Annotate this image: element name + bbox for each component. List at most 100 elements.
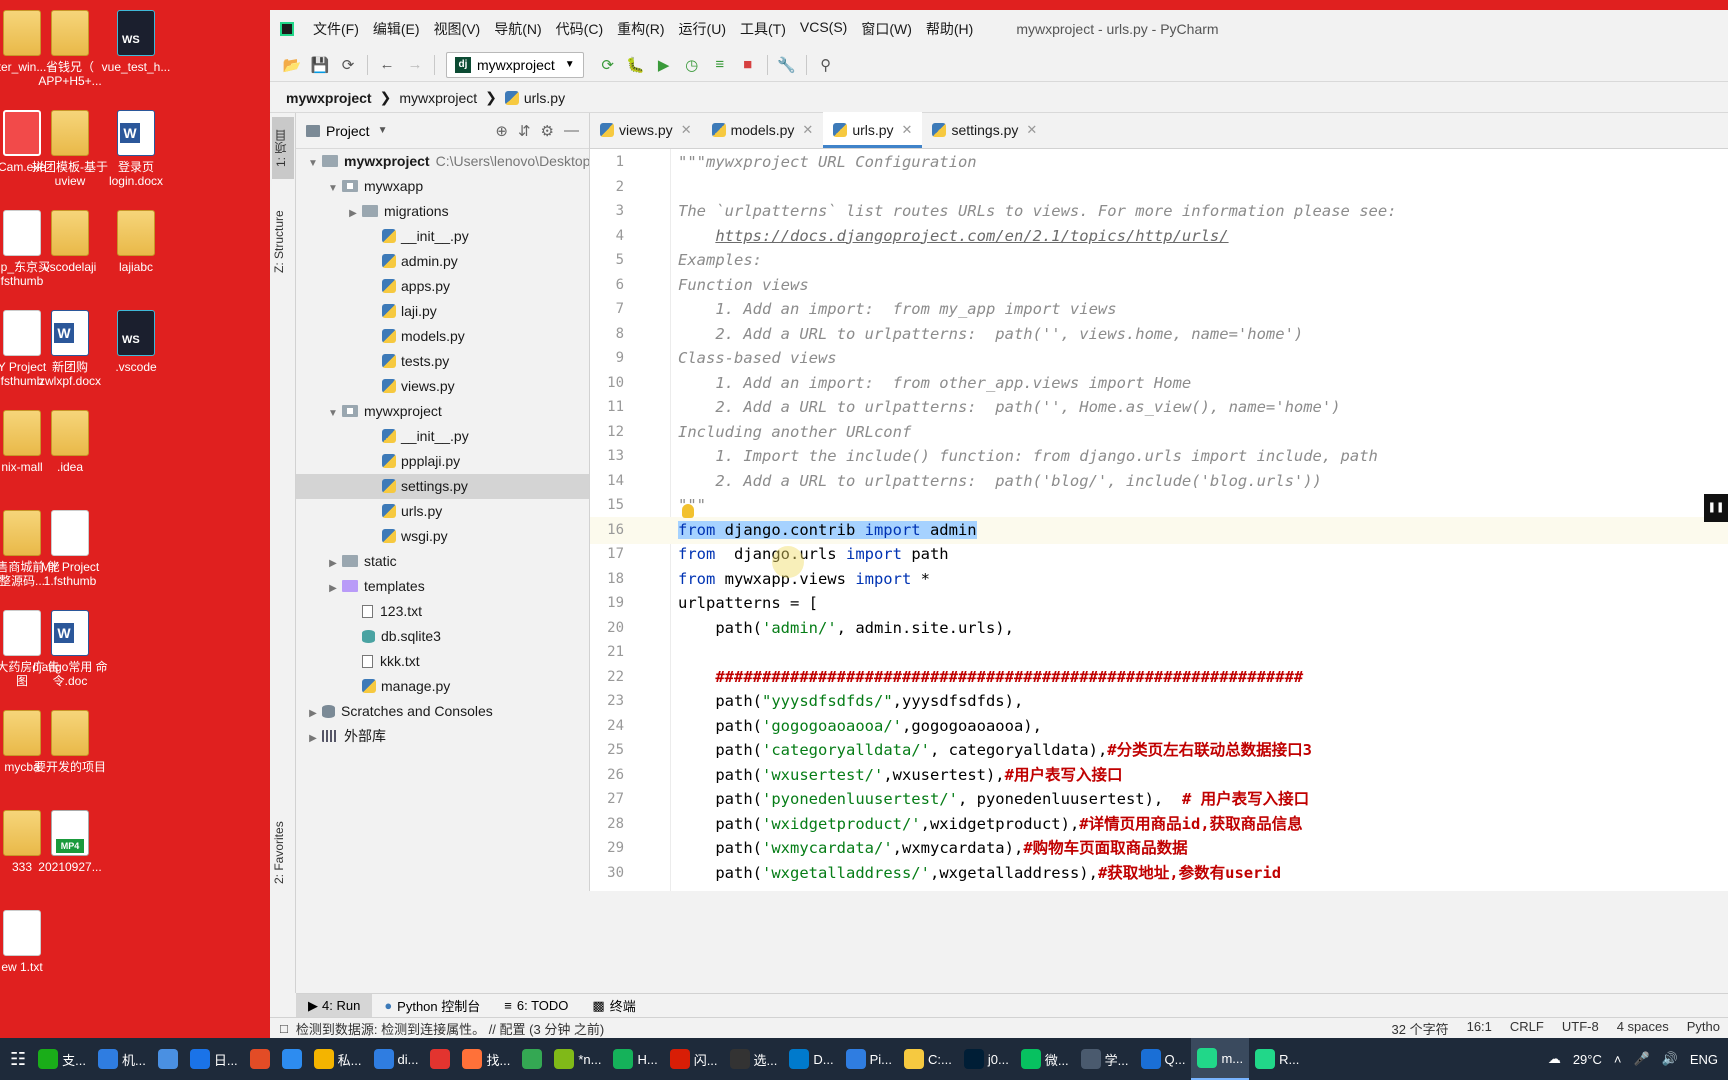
desktop-icon[interactable]: 登录页 login.docx — [96, 110, 176, 188]
weather-temp[interactable]: 29°C — [1573, 1052, 1602, 1067]
tree-item[interactable]: laji.py — [296, 299, 589, 324]
breadcrumb-project[interactable]: mywxproject — [286, 90, 372, 106]
search-icon[interactable]: ⚲ — [812, 52, 840, 78]
input-language[interactable]: ENG — [1690, 1052, 1718, 1067]
structure-tool-tab[interactable]: Z: Structure — [272, 197, 294, 287]
menu-item[interactable]: 帮助(H) — [919, 19, 980, 39]
taskbar-app[interactable]: 选... — [724, 1038, 784, 1080]
chevron-right-icon[interactable]: ▶ — [304, 726, 322, 751]
tree-item[interactable]: apps.py — [296, 274, 589, 299]
editor-tab[interactable]: views.py ✕ — [590, 112, 702, 148]
tree-item[interactable]: urls.py — [296, 499, 589, 524]
locate-file-icon[interactable]: ⊕ — [495, 122, 508, 140]
hide-panel-icon[interactable]: — — [564, 122, 579, 140]
desktop-icon[interactable]: django常用 命令.doc — [30, 610, 110, 688]
editor-tab[interactable]: settings.py ✕ — [922, 112, 1047, 148]
tree-item[interactable]: tests.py — [296, 349, 589, 374]
tree-item[interactable]: models.py — [296, 324, 589, 349]
tree-item[interactable]: db.sqlite3 — [296, 624, 589, 649]
taskbar-app[interactable]: 支... — [32, 1038, 92, 1080]
tree-item[interactable]: ▶ templates — [296, 574, 589, 599]
tab-terminal[interactable]: ▩ 终端 — [580, 994, 647, 1018]
indent-setting[interactable]: 4 spaces — [1617, 1019, 1669, 1038]
tree-item[interactable]: ▼ mywxproject — [296, 399, 589, 424]
debug-icon[interactable]: 🐛 — [622, 52, 650, 78]
rerun-icon[interactable]: ⟳ — [594, 52, 622, 78]
back-arrow-icon[interactable]: ← — [373, 52, 401, 78]
file-encoding[interactable]: UTF-8 — [1562, 1019, 1599, 1038]
lightbulb-icon[interactable] — [682, 504, 694, 518]
close-icon[interactable]: ✕ — [902, 122, 913, 138]
tab-run[interactable]: ▶ 4: Run — [296, 993, 373, 1018]
editor-tab[interactable]: models.py ✕ — [702, 112, 824, 148]
status-message[interactable]: 检测到数据源: 检测到连接属性。 // 配置 (3 分钟 之前) — [296, 1019, 604, 1038]
tree-item[interactable]: ▼ mywxapp — [296, 174, 589, 199]
taskbar-app[interactable]: j0... — [958, 1038, 1015, 1080]
taskbar-app[interactable]: 日... — [184, 1038, 244, 1080]
profile-icon[interactable]: ◷ — [678, 52, 706, 78]
tree-item[interactable]: wsgi.py — [296, 524, 589, 549]
stop-icon[interactable]: ■ — [734, 52, 762, 78]
desktop-icon[interactable]: MY Project 1.fsthumb — [30, 510, 110, 588]
chevron-down-icon[interactable]: ▼ — [304, 151, 322, 176]
gear-icon[interactable]: ⚙ — [541, 122, 554, 140]
task-view-icon[interactable]: ☷ — [10, 1049, 26, 1070]
taskbar-app[interactable]: 学... — [1075, 1038, 1135, 1080]
taskbar-app[interactable] — [244, 1038, 276, 1080]
tree-item[interactable]: manage.py — [296, 674, 589, 699]
taskbar-app[interactable]: 闪... — [664, 1038, 724, 1080]
menu-item[interactable]: 重构(R) — [610, 19, 671, 39]
tree-item[interactable]: admin.py — [296, 249, 589, 274]
tab-todo[interactable]: ≡ 6: TODO — [492, 994, 580, 1018]
taskbar-app[interactable]: di... — [368, 1038, 425, 1080]
caret-position[interactable]: 16:1 — [1467, 1019, 1492, 1038]
tree-item[interactable]: ▼ mywxproject C:\Users\lenovo\Desktop\ — [296, 149, 589, 174]
desktop-icon[interactable]: ew 1.txt — [0, 910, 62, 974]
menu-item[interactable]: 代码(C) — [549, 19, 610, 39]
python-interpreter[interactable]: Pytho — [1687, 1019, 1720, 1038]
breadcrumb-folder[interactable]: mywxproject — [399, 90, 477, 106]
taskbar-app[interactable]: Q... — [1135, 1038, 1192, 1080]
taskbar-app[interactable] — [516, 1038, 548, 1080]
taskbar-app[interactable]: 机... — [92, 1038, 152, 1080]
taskbar-app[interactable]: Pi... — [840, 1038, 898, 1080]
close-icon[interactable]: ✕ — [681, 122, 692, 138]
menu-item[interactable]: 工具(T) — [733, 19, 793, 39]
collapse-all-icon[interactable]: ⇵ — [518, 122, 531, 140]
tree-item[interactable]: settings.py — [296, 474, 589, 499]
project-tool-tab[interactable]: 1: 项目 — [272, 117, 294, 179]
menu-item[interactable]: 运行(U) — [672, 19, 733, 39]
tree-item[interactable]: __init__.py — [296, 224, 589, 249]
editor-tab[interactable]: urls.py ✕ — [823, 112, 923, 148]
taskbar-app[interactable]: 找... — [456, 1038, 516, 1080]
taskbar-app[interactable]: *n... — [548, 1038, 607, 1080]
desktop-icon[interactable]: 20210927... — [30, 810, 110, 874]
project-view-select[interactable]: Project — [326, 123, 370, 139]
chevron-right-icon[interactable]: ▶ — [324, 551, 342, 576]
tree-item[interactable]: ▶ Scratches and Consoles — [296, 699, 589, 724]
tray-chevron-icon[interactable]: ˄ — [1614, 1052, 1622, 1067]
wrench-settings-icon[interactable]: 🔧 — [773, 52, 801, 78]
desktop-icon[interactable]: vue_test_h... — [96, 10, 176, 74]
chevron-down-icon[interactable]: ▼ — [378, 125, 388, 136]
speaker-icon[interactable]: 🔊 — [1662, 1051, 1678, 1067]
taskbar-app[interactable]: R... — [1249, 1038, 1305, 1080]
chevron-down-icon[interactable]: ▼ — [324, 401, 342, 426]
taskbar-app[interactable]: D... — [783, 1038, 839, 1080]
forward-arrow-icon[interactable]: → — [401, 52, 429, 78]
concurrency-icon[interactable]: ≡ — [706, 52, 734, 78]
menu-item[interactable]: 导航(N) — [487, 19, 548, 39]
save-icon[interactable]: 💾 — [306, 52, 334, 78]
line-separator[interactable]: CRLF — [1510, 1019, 1544, 1038]
taskbar-app[interactable] — [276, 1038, 308, 1080]
taskbar-app[interactable] — [152, 1038, 184, 1080]
tab-python-console[interactable]: ● Python 控制台 — [372, 994, 492, 1018]
tree-item[interactable]: __init__.py — [296, 424, 589, 449]
menu-item[interactable]: 视图(V) — [427, 19, 488, 39]
breadcrumb-file[interactable]: urls.py — [524, 90, 565, 106]
tree-item[interactable]: ▶ 外部库 — [296, 724, 589, 749]
menu-item[interactable]: 编辑(E) — [366, 19, 427, 39]
taskbar-app[interactable] — [424, 1038, 456, 1080]
run-configuration-select[interactable]: dj mywxproject ▼ — [446, 51, 584, 78]
taskbar-app[interactable]: C:... — [898, 1038, 958, 1080]
